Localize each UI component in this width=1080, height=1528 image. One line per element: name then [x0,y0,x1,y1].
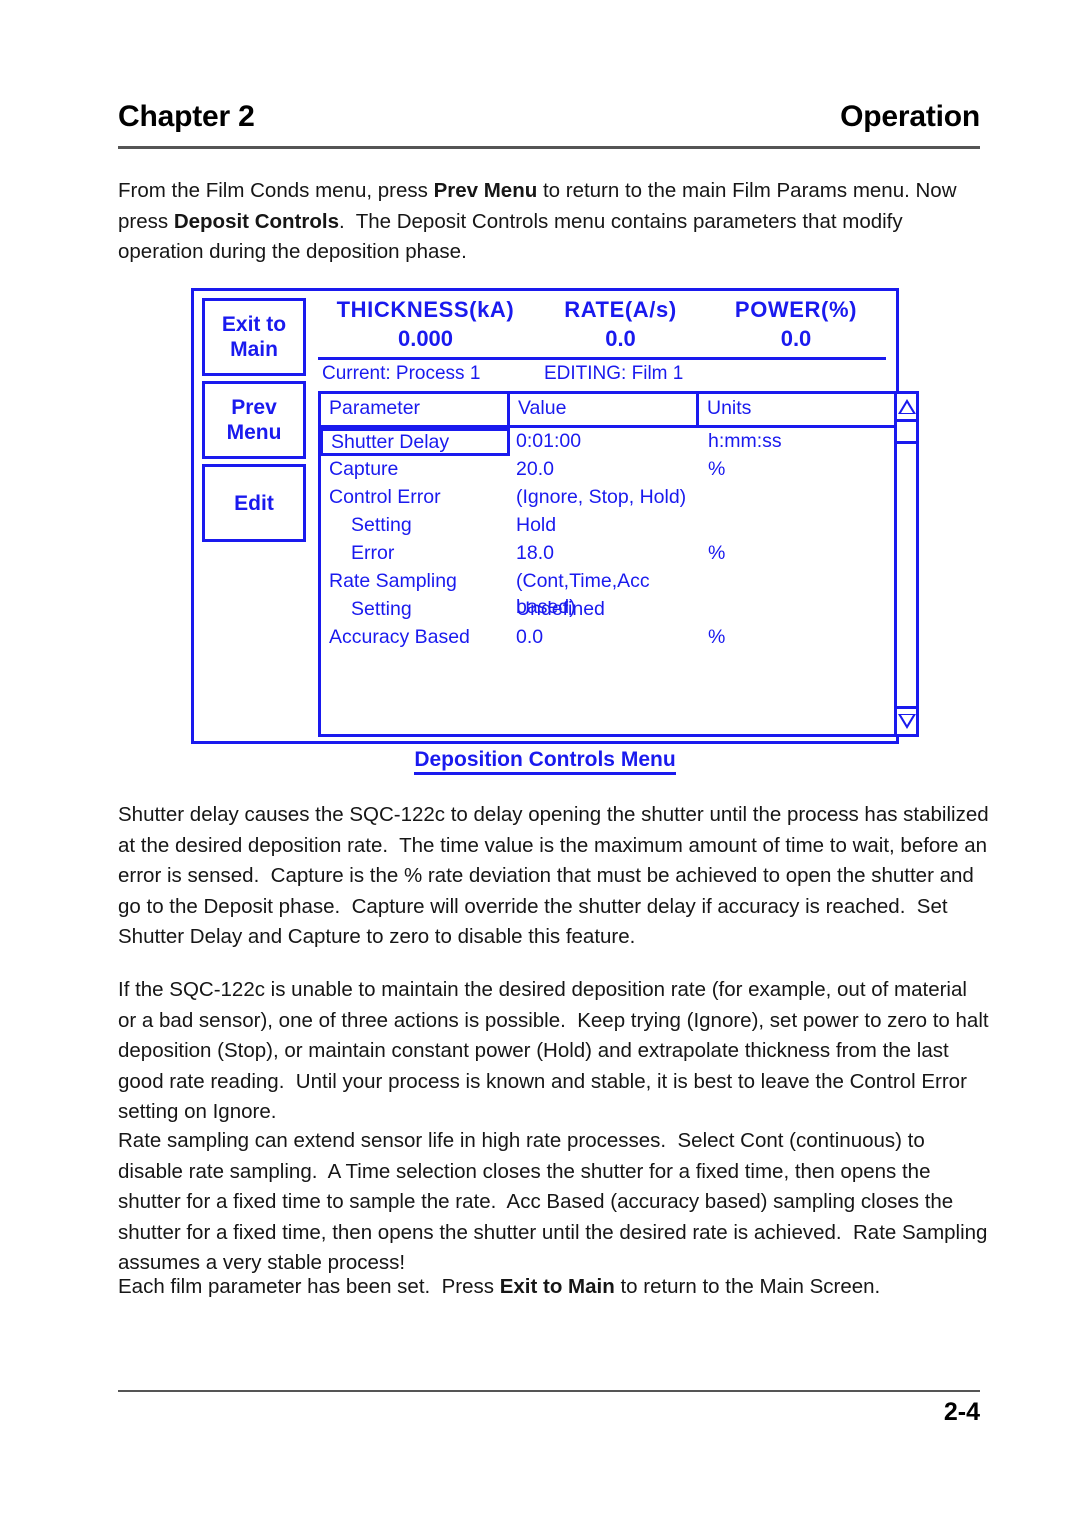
table-scrollbar[interactable] [894,391,919,737]
chapter-title: Chapter 2 [118,100,255,133]
cell-parameter: Setting [351,598,412,620]
paragraph-intro: From the Film Conds menu, press Prev Men… [118,176,990,268]
intro-text-a: From the Film Conds menu, press [118,179,434,202]
cell-units: % [708,626,726,648]
cell-value: Hold [516,514,557,536]
status-line: Current: Process 1 EDITING: Film 1 [322,363,892,385]
table-row[interactable]: Control Error (Ignore, Stop, Hold) [321,484,894,512]
softkey-exit-to-main[interactable]: Exit to Main [202,298,306,376]
parameter-table-header: Parameter Value Units [321,394,894,428]
figure-caption-text: Deposition Controls Menu [414,748,676,775]
table-row[interactable]: Accuracy Based 0.0% [321,624,894,652]
header-rule [118,146,980,149]
softkey-column: Exit to Main Prev Menu Edit [202,298,306,542]
cell-parameter: Error [351,542,395,564]
softkey-prev-line1: Prev [231,396,277,419]
instrument-screen: Exit to Main Prev Menu Edit THICKNESS(kA… [191,288,919,744]
scrollbar-thumb[interactable] [897,422,916,444]
paragraph-control-error: If the SQC-122c is unable to maintain th… [118,978,995,1123]
cell-value: 0.0 [516,626,544,648]
cell-value: Undefined [516,598,605,620]
readout-value-rate: 0.0 [605,326,636,351]
cell-units: % [708,458,726,480]
document-page: Chapter 2 Operation From the Film Conds … [0,0,1080,1528]
table-row[interactable]: Setting Hold [321,512,894,540]
figure-caption: Deposition Controls Menu [191,748,899,775]
readout-label-thickness: THICKNESS(kA) [336,297,515,322]
readout-label-rate: RATE(A/s) [564,297,677,322]
readout-strip: THICKNESS(kA) RATE(A/s) POWER(%) 0.000 0… [318,297,884,352]
cell-parameter: Shutter Delay [320,428,510,456]
cell-value: (Ignore, Stop, Hold) [516,486,687,508]
cell-value: 0:01:00 [516,430,582,452]
scroll-up-button[interactable] [897,394,916,422]
cell-value: 20.0 [516,458,554,480]
paragraph-rate-sampling: Rate sampling can extend sensor life in … [118,1129,994,1274]
table-row[interactable]: Setting Undefined [321,596,894,624]
softkey-edit-line1: Edit [234,491,274,515]
cell-parameter: Control Error [329,486,441,508]
page-number: 2-4 [943,1398,980,1426]
intro-bold-deposit-controls: Deposit Controls [173,209,339,233]
cell-value: 18.0 [516,542,554,564]
table-row[interactable]: Capture 20.0% [321,456,894,484]
readout-values-row: 0.000 0.0 0.0 [318,326,884,352]
table-row[interactable]: Shutter Delay 0:01:00 h:mm:ss [320,428,894,456]
softkey-exit-line1: Exit to [221,313,287,336]
paragraph-shutter-delay: Shutter delay causes the SQC-122c to del… [118,803,995,948]
parameter-table-body: Shutter Delay 0:01:00 h:mm:ss Capture 20.0% C… [320,428,894,652]
softkey-edit[interactable]: Edit [202,464,306,542]
cell-parameter: Setting [351,514,412,536]
cell-parameter: Accuracy Based [329,626,470,648]
readout-labels-row: THICKNESS(kA) RATE(A/s) POWER(%) [318,297,884,323]
paragraph-closing: Each film parameter has been set. Press … [118,1272,990,1303]
triangle-down-icon [897,714,916,729]
cell-parameter: Capture [329,458,399,480]
table-row[interactable]: Rate Sampling (Cont,Time,Acc based) [321,568,894,618]
readout-value-power: 0.0 [780,326,812,351]
parameter-table: Parameter Value Units Shutter Delay 0:01:… [318,391,894,737]
closing-text-a: Each film parameter has been set. Press [118,1275,500,1298]
closing-text-c: to return to the Main Screen. [614,1275,881,1298]
softkey-prev-menu[interactable]: Prev Menu [202,381,306,459]
table-row[interactable]: Error 18.0% [321,540,894,568]
running-head: Chapter 2 Operation [118,100,980,134]
softkey-exit-line2: Main [230,338,278,361]
column-header-units: Units [707,397,752,419]
footer-rule [118,1390,980,1392]
cell-units: % [708,542,726,564]
scroll-down-button[interactable] [897,706,916,734]
column-header-parameter: Parameter [321,394,510,425]
closing-bold-exit-to-main: Exit to Main [499,1275,615,1298]
column-header-value: Value [510,394,699,425]
cell-parameter: Rate Sampling [329,570,457,592]
readout-label-power: POWER(%) [734,297,858,322]
status-editing-film: EDITING: Film 1 [544,363,684,384]
status-current-process: Current: Process 1 [322,363,481,384]
cell-units: h:mm:ss [708,430,782,452]
figure-deposition-controls-menu: Exit to Main Prev Menu Edit THICKNESS(kA… [191,288,919,744]
triangle-up-icon [897,399,916,414]
readout-divider [318,357,886,360]
intro-bold-prev-menu: Prev Menu [433,179,538,202]
readout-value-thickness: 0.000 [397,326,454,351]
section-title: Operation [840,100,980,133]
softkey-prev-line2: Menu [226,421,282,444]
